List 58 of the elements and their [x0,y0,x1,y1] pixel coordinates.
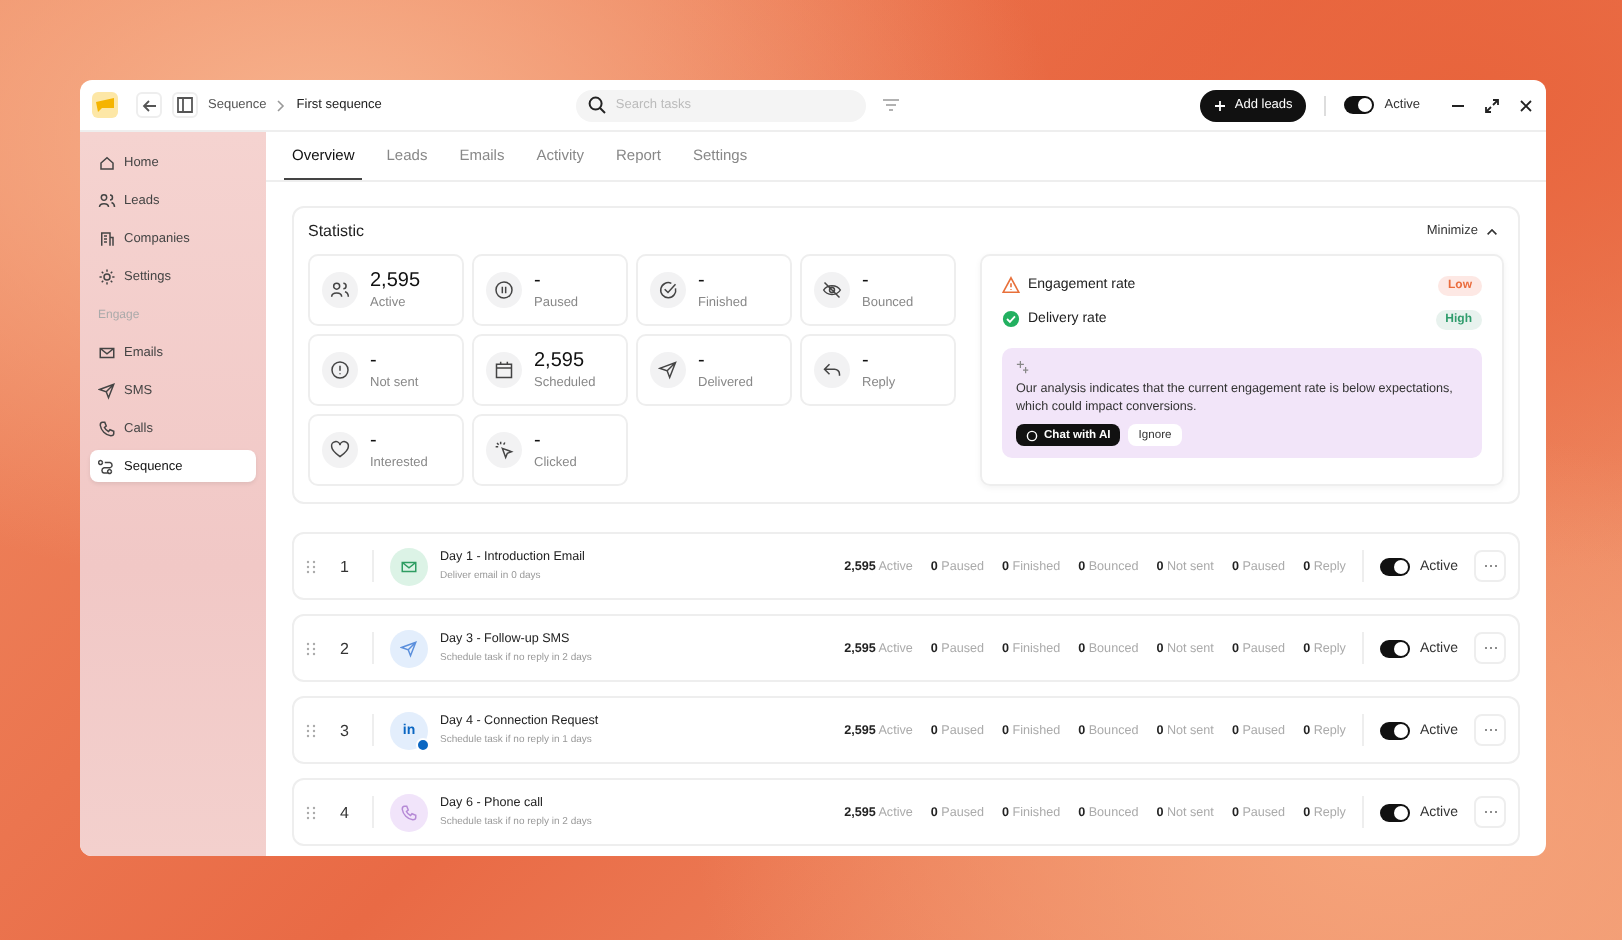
phone-icon [390,793,428,831]
step-number: 2 [340,639,351,657]
mail-icon [390,547,428,585]
cursor-click-icon [486,432,522,468]
step-number: 1 [340,557,351,575]
stat-value: - [370,430,379,452]
sparkle-icon [1016,360,1030,374]
users-icon [98,191,116,209]
stat-value: - [862,350,871,372]
drag-handle-icon[interactable] [306,641,316,655]
stat-value: - [534,430,543,452]
back-button[interactable] [136,92,162,118]
reply-icon [814,352,850,388]
toggle-switch[interactable] [1344,96,1375,114]
search-icon [587,96,606,114]
step-number: 4 [340,803,351,821]
stat-value: - [698,270,707,292]
stat-value: - [534,270,543,292]
paper-plane-icon [390,629,428,667]
stat-value: - [698,350,707,372]
expand-icon[interactable] [1484,97,1500,113]
toggle-switch[interactable] [1379,557,1410,575]
drag-handle-icon[interactable] [306,723,316,737]
toggle-switch[interactable] [1379,803,1410,821]
step-number: 3 [340,721,351,739]
warning-icon [1002,276,1020,294]
stat-value: - [862,270,871,292]
arrow-left-icon [141,97,157,113]
close-icon[interactable] [1518,97,1534,113]
plus-icon [1214,99,1227,111]
logo-icon [92,92,118,118]
stat-value: 2,595 [534,350,587,372]
building-icon [98,229,116,247]
alert-circle-icon [322,352,358,388]
check-circle-icon [1002,310,1020,328]
pause-circle-icon [486,272,522,308]
sidebar-icon [176,96,194,114]
toggle-switch[interactable] [1379,639,1410,657]
mail-icon [98,343,116,361]
gear-icon [98,267,116,285]
check-circle-icon [650,272,686,308]
card-title: Statistic [308,222,365,240]
paper-plane-icon [98,381,116,399]
toggle-switch[interactable] [1379,721,1410,739]
drag-handle-icon[interactable] [306,559,316,573]
drag-handle-icon[interactable] [306,805,316,819]
calendar-icon [486,352,522,388]
eye-off-icon [814,272,850,308]
sidebar-toggle-button[interactable] [172,92,198,118]
stat-value: 2,595 [370,270,421,292]
caret-icon [1486,227,1498,235]
phone-icon [98,419,116,437]
stat-value: - [370,350,379,372]
chevron-icon [276,99,287,111]
paper-plane-icon [650,352,686,388]
route-icon [98,457,116,475]
users-icon [322,272,358,308]
home-icon [98,153,116,171]
